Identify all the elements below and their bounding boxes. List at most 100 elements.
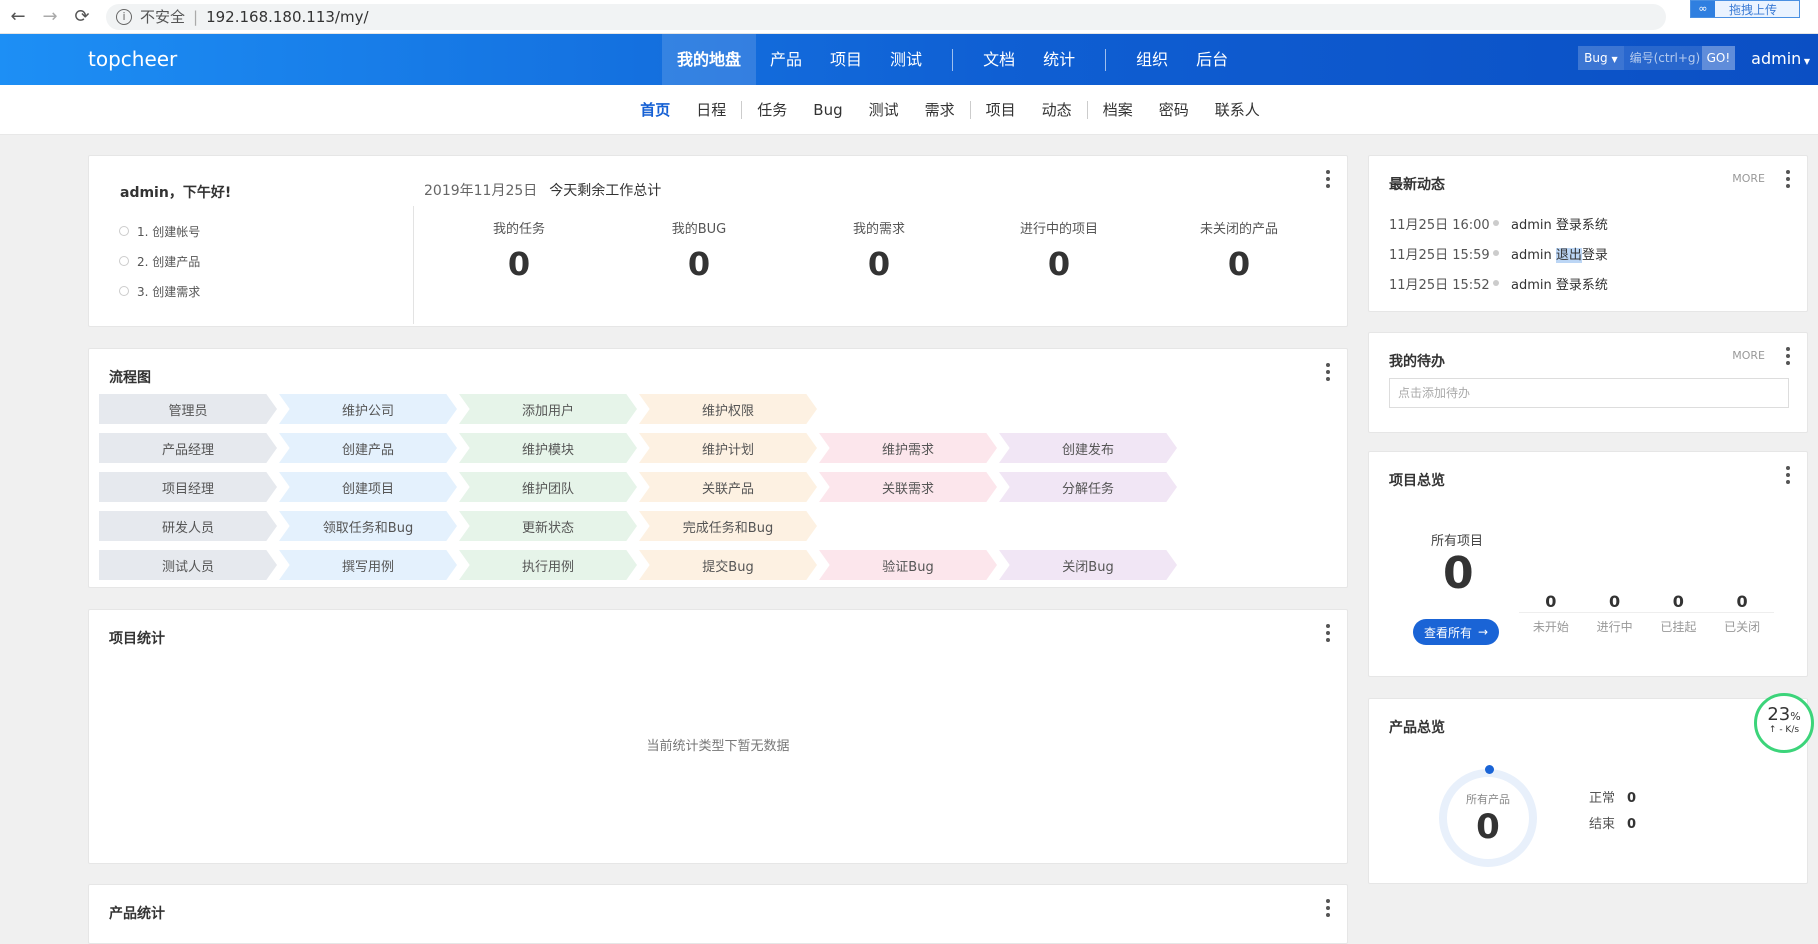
flow-step[interactable]: 验证Bug <box>819 550 997 580</box>
more-options-icon[interactable] <box>1325 899 1331 917</box>
user-menu[interactable]: admin ▼ <box>1751 49 1810 68</box>
timeline-dot-icon <box>1493 250 1499 256</box>
step-item[interactable]: 3. 创建需求 <box>119 276 200 306</box>
stat-closed[interactable]: 0 已关闭 <box>1710 592 1774 649</box>
more-options-icon[interactable] <box>1785 347 1791 365</box>
stat-label: 进行中 <box>1596 620 1633 634</box>
flow-row: 产品经理 创建产品 维护模块 维护计划 维护需求 创建发布 <box>99 433 1179 464</box>
more-options-icon[interactable] <box>1325 170 1331 188</box>
stat-my-bugs[interactable]: 我的BUG 0 <box>609 218 789 283</box>
subnav-profile[interactable]: 档案 <box>1090 99 1146 120</box>
stat-wait[interactable]: 0 未开始 <box>1519 592 1583 649</box>
stat-my-stories[interactable]: 我的需求 0 <box>789 218 969 283</box>
stat-value: 0 <box>1545 592 1557 611</box>
stat-active-projects[interactable]: 进行中的项目 0 <box>969 218 1149 283</box>
flow-step[interactable]: 添加用户 <box>459 394 637 424</box>
item-action: 登录系统 <box>1555 277 1608 293</box>
step-item[interactable]: 1. 创建帐号 <box>119 216 200 246</box>
flow-step[interactable]: 创建发布 <box>999 433 1177 463</box>
flow-step[interactable]: 创建项目 <box>279 472 457 502</box>
subnav-divider <box>741 100 743 119</box>
flow-step[interactable]: 创建产品 <box>279 433 457 463</box>
main-nav: 我的地盘 产品 项目 测试 文档 统计 组织 后台 <box>662 34 1242 85</box>
nav-divider <box>952 48 954 71</box>
work-stats: 我的任务 0 我的BUG 0 我的需求 0 进行中的项目 0 未关闭的产品 0 <box>429 218 1329 283</box>
flow-step[interactable]: 提交Bug <box>639 550 817 580</box>
panel-title: 最新动态 <box>1389 177 1445 193</box>
more-link[interactable]: MORE <box>1732 172 1765 185</box>
more-options-icon[interactable] <box>1785 170 1791 188</box>
stat-suspended[interactable]: 0 已挂起 <box>1647 592 1711 649</box>
stat-doing[interactable]: 0 进行中 <box>1583 592 1647 649</box>
flow-step[interactable]: 关联需求 <box>819 472 997 502</box>
subnav-testcase[interactable]: 测试 <box>856 99 912 120</box>
reload-icon[interactable]: ⟳ <box>68 6 96 27</box>
user-name: admin <box>1751 48 1802 68</box>
nav-doc[interactable]: 文档 <box>969 34 1029 85</box>
list-item[interactable]: 11月25日 16:00 admin 登录系统 <box>1389 208 1608 238</box>
nav-project[interactable]: 项目 <box>816 34 876 85</box>
flow-row: 研发人员 领取任务和Bug 更新状态 完成任务和Bug <box>99 511 819 542</box>
view-all-button[interactable]: 查看所有 → <box>1413 619 1499 645</box>
flow-step[interactable]: 更新状态 <box>459 511 637 541</box>
subnav-story[interactable]: 需求 <box>912 99 968 120</box>
more-link[interactable]: MORE <box>1732 349 1765 362</box>
list-item[interactable]: 11月25日 15:59 admin 退出登录 <box>1389 238 1608 268</box>
flow-row: 项目经理 创建项目 维护团队 关联产品 关联需求 分解任务 <box>99 472 1179 503</box>
nav-my[interactable]: 我的地盘 <box>662 34 757 85</box>
flow-step[interactable]: 关闭Bug <box>999 550 1177 580</box>
flow-step[interactable]: 执行用例 <box>459 550 637 580</box>
info-icon[interactable]: i <box>116 8 132 25</box>
subnav-password[interactable]: 密码 <box>1146 99 1202 120</box>
flow-step[interactable]: 维护公司 <box>279 394 457 424</box>
nav-test[interactable]: 测试 <box>876 34 936 85</box>
subnav-contacts[interactable]: 联系人 <box>1202 99 1273 120</box>
search-input[interactable]: 编号(ctrl+g) <box>1623 46 1702 70</box>
app-logo[interactable]: topcheer <box>88 47 177 71</box>
step-dot-icon <box>119 256 129 266</box>
stat-open-products[interactable]: 未关闭的产品 0 <box>1149 218 1329 283</box>
stat-label: 未关闭的产品 <box>1199 222 1278 237</box>
stat-label: 我的需求 <box>852 222 905 237</box>
timeline-dot-icon <box>1493 280 1499 286</box>
flow-step[interactable]: 撰写用例 <box>279 550 457 580</box>
forward-icon[interactable]: → <box>36 6 64 27</box>
sub-nav: 首页 日程 任务 Bug 测试 需求 项目 动态 档案 密码 联系人 <box>0 85 1818 135</box>
nav-product[interactable]: 产品 <box>756 34 816 85</box>
flow-step[interactable]: 领取任务和Bug <box>279 511 457 541</box>
flow-step[interactable]: 完成任务和Bug <box>639 511 817 541</box>
nav-admin[interactable]: 后台 <box>1182 34 1242 85</box>
subnav-dynamic[interactable]: 动态 <box>1029 99 1085 120</box>
subnav-calendar[interactable]: 日程 <box>683 99 739 120</box>
back-icon[interactable]: ← <box>4 6 32 27</box>
nav-company[interactable]: 组织 <box>1122 34 1182 85</box>
flow-step[interactable]: 维护团队 <box>459 472 637 502</box>
subnav-divider <box>969 100 971 119</box>
flow-step[interactable]: 分解任务 <box>999 472 1177 502</box>
flow-step[interactable]: 关联产品 <box>639 472 817 502</box>
more-options-icon[interactable] <box>1325 363 1331 381</box>
url-separator: | <box>193 7 199 26</box>
stat-my-tasks[interactable]: 我的任务 0 <box>429 218 609 283</box>
network-speed-widget[interactable]: 23% ↑ - K/s <box>1754 693 1814 753</box>
flow-step[interactable]: 维护权限 <box>639 394 817 424</box>
more-options-icon[interactable] <box>1325 624 1331 642</box>
browser-bar: ← → ⟳ i 不安全 | 192.168.180.113/my/ ∞ 拖拽上传 <box>0 0 1818 34</box>
list-item[interactable]: 11月25日 15:52 admin 登录系统 <box>1389 268 1608 298</box>
subnav-task[interactable]: 任务 <box>744 99 800 120</box>
upload-button[interactable]: ∞ 拖拽上传 <box>1690 0 1800 18</box>
step-item[interactable]: 2. 创建产品 <box>119 246 200 276</box>
subnav-home[interactable]: 首页 <box>627 99 683 120</box>
subnav-bug[interactable]: Bug <box>800 101 855 119</box>
flow-step[interactable]: 维护需求 <box>819 433 997 463</box>
closed-products: 结束 0 <box>1589 813 1636 832</box>
address-bar[interactable]: i 不安全 | 192.168.180.113/my/ <box>106 3 1666 30</box>
more-options-icon[interactable] <box>1785 466 1791 484</box>
search-type-select[interactable]: Bug ▼ <box>1578 46 1624 70</box>
flow-step[interactable]: 维护模块 <box>459 433 637 463</box>
subnav-project[interactable]: 项目 <box>973 99 1029 120</box>
add-todo-input[interactable]: 点击添加待办 <box>1389 378 1789 408</box>
go-button[interactable]: GO! <box>1701 46 1736 70</box>
flow-step[interactable]: 维护计划 <box>639 433 817 463</box>
nav-report[interactable]: 统计 <box>1029 34 1089 85</box>
